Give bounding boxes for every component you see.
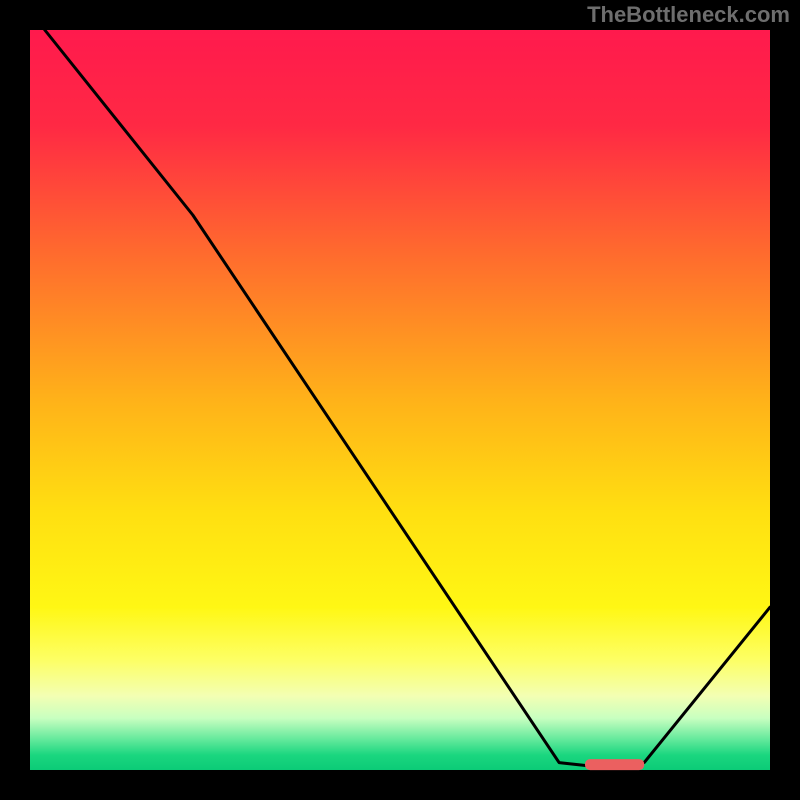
plot-area [30,30,770,770]
bottleneck-chart-svg [0,0,800,800]
watermark-text: TheBottleneck.com [587,2,790,28]
optimal-region-marker [585,759,644,770]
chart-container: TheBottleneck.com [0,0,800,800]
